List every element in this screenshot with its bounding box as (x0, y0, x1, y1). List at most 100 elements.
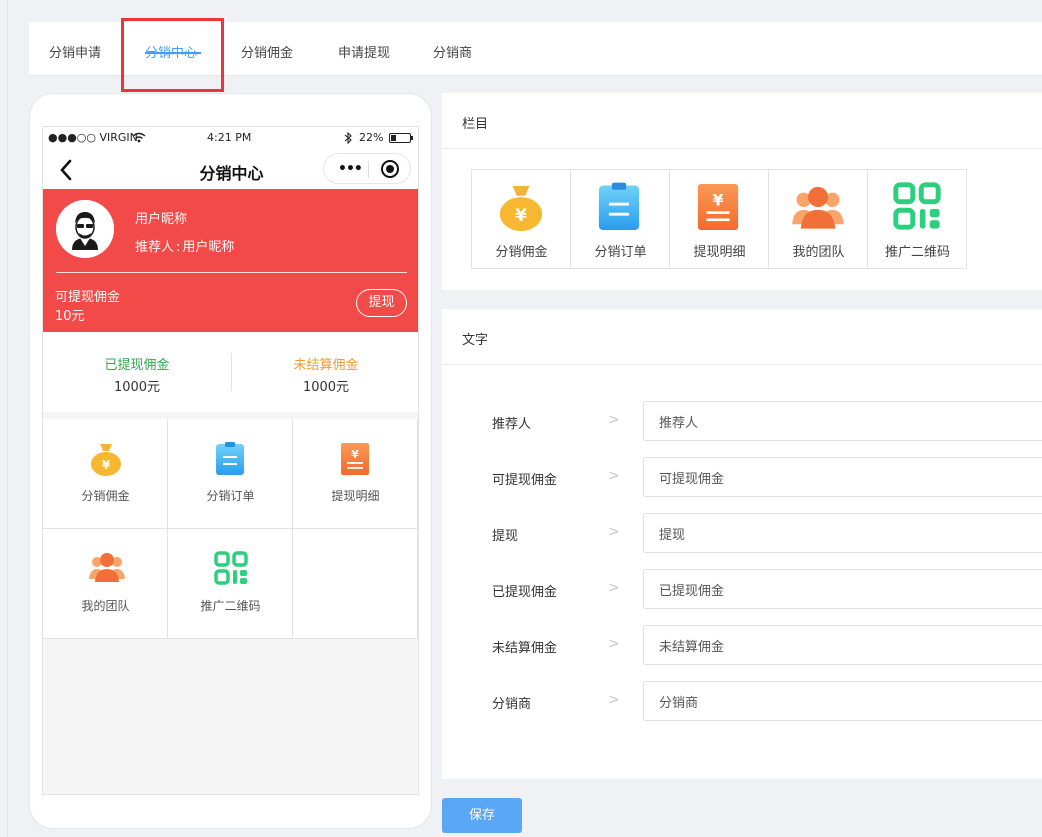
text-title: 文字 (462, 333, 489, 348)
distributor-text-input[interactable] (643, 681, 1042, 721)
svg-text:¥: ¥ (102, 458, 111, 472)
header-divider (56, 272, 407, 273)
column-item-qrcode[interactable]: 推广二维码 (868, 170, 967, 268)
money-bag-icon: ¥ (499, 185, 543, 231)
avatar (56, 200, 114, 258)
phone-nav-bar: 分销中心 ••• (43, 149, 418, 189)
wifi-icon (132, 132, 146, 143)
referrer-text-input[interactable] (643, 401, 1042, 441)
page-left-border (7, 0, 8, 837)
text-card: 文字 推荐人 > 可提现佣金 > 提现 > 已提现佣金 > 未结算佣金 > 分销… (442, 309, 1042, 779)
field-row-withdrawn: 已提现佣金 > (442, 569, 1042, 609)
columns-card: 栏目 ¥ 分销佣金 分销订单 ¥ 提现明细 我的团队 推广二维码 (442, 93, 1042, 290)
field-label: 提现 (492, 529, 519, 544)
column-item-label: 分销订单 (594, 245, 647, 260)
column-item-label: 我的团队 (792, 245, 845, 260)
commission-stats: 已提现佣金 1000元 未结算佣金 1000元 (43, 332, 418, 412)
unsettled-stat: 未结算佣金 1000元 (232, 354, 418, 395)
team-icon (792, 186, 844, 229)
withdraw-detail-icon: ¥ (697, 184, 739, 230)
phone-menu-label: 我的团队 (81, 599, 130, 613)
phone-menu-orders[interactable]: 分销订单 (168, 419, 293, 529)
phone-menu-team[interactable]: 我的团队 (43, 529, 168, 639)
order-clipboard-icon (598, 182, 640, 230)
tab-distribution-commission[interactable]: 分销佣金 (241, 42, 293, 61)
svg-text:¥: ¥ (351, 448, 359, 461)
field-row-unsettled: 未结算佣金 > (442, 625, 1042, 665)
phone-menu-label: 推广二维码 (200, 599, 261, 613)
columns-header-divider (442, 148, 1042, 149)
column-item-team[interactable]: 我的团队 (769, 170, 868, 268)
user-header-panel: 用户昵称 推荐人: 用户昵称 可提现佣金 10元 提现 (43, 189, 418, 332)
field-label: 可提现佣金 (492, 473, 558, 488)
money-bag-icon: ¥ (91, 444, 121, 476)
withdraw-text-input[interactable] (643, 513, 1042, 553)
bluetooth-icon (344, 132, 352, 144)
status-time: 4:21 PM (207, 131, 252, 144)
chevron-right-icon: > (608, 524, 620, 540)
field-label: 已提现佣金 (492, 585, 558, 600)
column-item-orders[interactable]: 分销订单 (571, 170, 670, 268)
user-avatar-icon (56, 200, 114, 258)
close-target-icon[interactable] (381, 160, 399, 178)
withdrawn-value: 1000元 (113, 380, 161, 395)
chevron-right-icon: > (608, 636, 620, 652)
field-label: 分销商 (492, 697, 532, 712)
unsettled-text-input[interactable] (643, 625, 1042, 665)
field-row-referrer: 推荐人 > (442, 401, 1042, 441)
field-label: 未结算佣金 (492, 641, 558, 656)
field-label: 推荐人 (492, 417, 532, 432)
phone-menu-label: 分销佣金 (81, 489, 130, 503)
phone-menu-commission[interactable]: ¥ 分销佣金 (43, 419, 168, 529)
tab-distributors[interactable]: 分销商 (433, 42, 472, 61)
carrier-text: ●●●○○ VIRGIN (48, 131, 138, 144)
svg-text:¥: ¥ (515, 205, 527, 225)
highlight-box (121, 18, 224, 92)
phone-screen: ●●●○○ VIRGIN 4:21 PM 22% 分销中心 ••• 用户昵称 推… (42, 126, 419, 795)
order-clipboard-icon (216, 442, 244, 475)
field-row-withdrawable: 可提现佣金 > (442, 457, 1042, 497)
column-item-label: 分销佣金 (495, 245, 548, 260)
save-button[interactable]: 保存 (442, 798, 522, 833)
phone-menu-label: 分销订单 (206, 489, 255, 503)
chevron-right-icon: > (608, 412, 620, 428)
withdraw-detail-icon: ¥ (341, 443, 369, 475)
team-icon (89, 553, 125, 582)
column-item-label: 推广二维码 (884, 245, 950, 260)
field-row-withdraw: 提现 > (442, 513, 1042, 553)
more-dots-icon[interactable]: ••• (338, 161, 363, 177)
battery-icon (389, 133, 413, 143)
referrer-line: 推荐人: 用户昵称 (135, 240, 235, 255)
tab-distribution-apply[interactable]: 分销申请 (49, 42, 101, 61)
withdrawable-label: 可提现佣金 (55, 290, 121, 305)
phone-menu-empty (293, 529, 418, 639)
phone-menu-withdraw-detail[interactable]: ¥ 提现明细 (293, 419, 418, 529)
unsettled-value: 1000元 (302, 380, 350, 395)
columns-title: 栏目 (462, 117, 489, 132)
tab-withdraw-apply[interactable]: 申请提现 (338, 42, 390, 61)
capsule-divider (368, 161, 369, 178)
column-item-commission[interactable]: ¥ 分销佣金 (472, 170, 571, 268)
svg-text:¥: ¥ (713, 191, 724, 210)
mini-program-capsule: ••• (323, 153, 411, 184)
status-bar: ●●●○○ VIRGIN 4:21 PM 22% (43, 127, 418, 149)
chevron-right-icon: > (608, 580, 620, 596)
withdrawable-amount: 10元 (55, 309, 85, 324)
phone-menu-grid: ¥ 分销佣金 分销订单 ¥ 提现明细 我的团队 推广二维码 (43, 419, 418, 639)
column-item-withdraw-detail[interactable]: ¥ 提现明细 (670, 170, 769, 268)
chevron-right-icon: > (608, 468, 620, 484)
phone-menu-label: 提现明细 (331, 489, 380, 503)
qr-code-icon (214, 551, 248, 585)
columns-icon-grid: ¥ 分销佣金 分销订单 ¥ 提现明细 我的团队 推广二维码 (471, 169, 967, 269)
field-row-distributor: 分销商 > (442, 681, 1042, 721)
withdrawable-text-input[interactable] (643, 457, 1042, 497)
withdraw-button[interactable]: 提现 (356, 289, 407, 317)
referrer-label: 推荐人 (135, 240, 175, 255)
withdrawn-stat: 已提现佣金 1000元 (43, 354, 231, 395)
text-header-divider (442, 364, 1042, 365)
withdrawn-text-input[interactable] (643, 569, 1042, 609)
chevron-right-icon: > (608, 692, 620, 708)
battery-percent: 22% (359, 131, 384, 144)
user-nickname: 用户昵称 (135, 212, 188, 227)
phone-menu-qrcode[interactable]: 推广二维码 (168, 529, 293, 639)
